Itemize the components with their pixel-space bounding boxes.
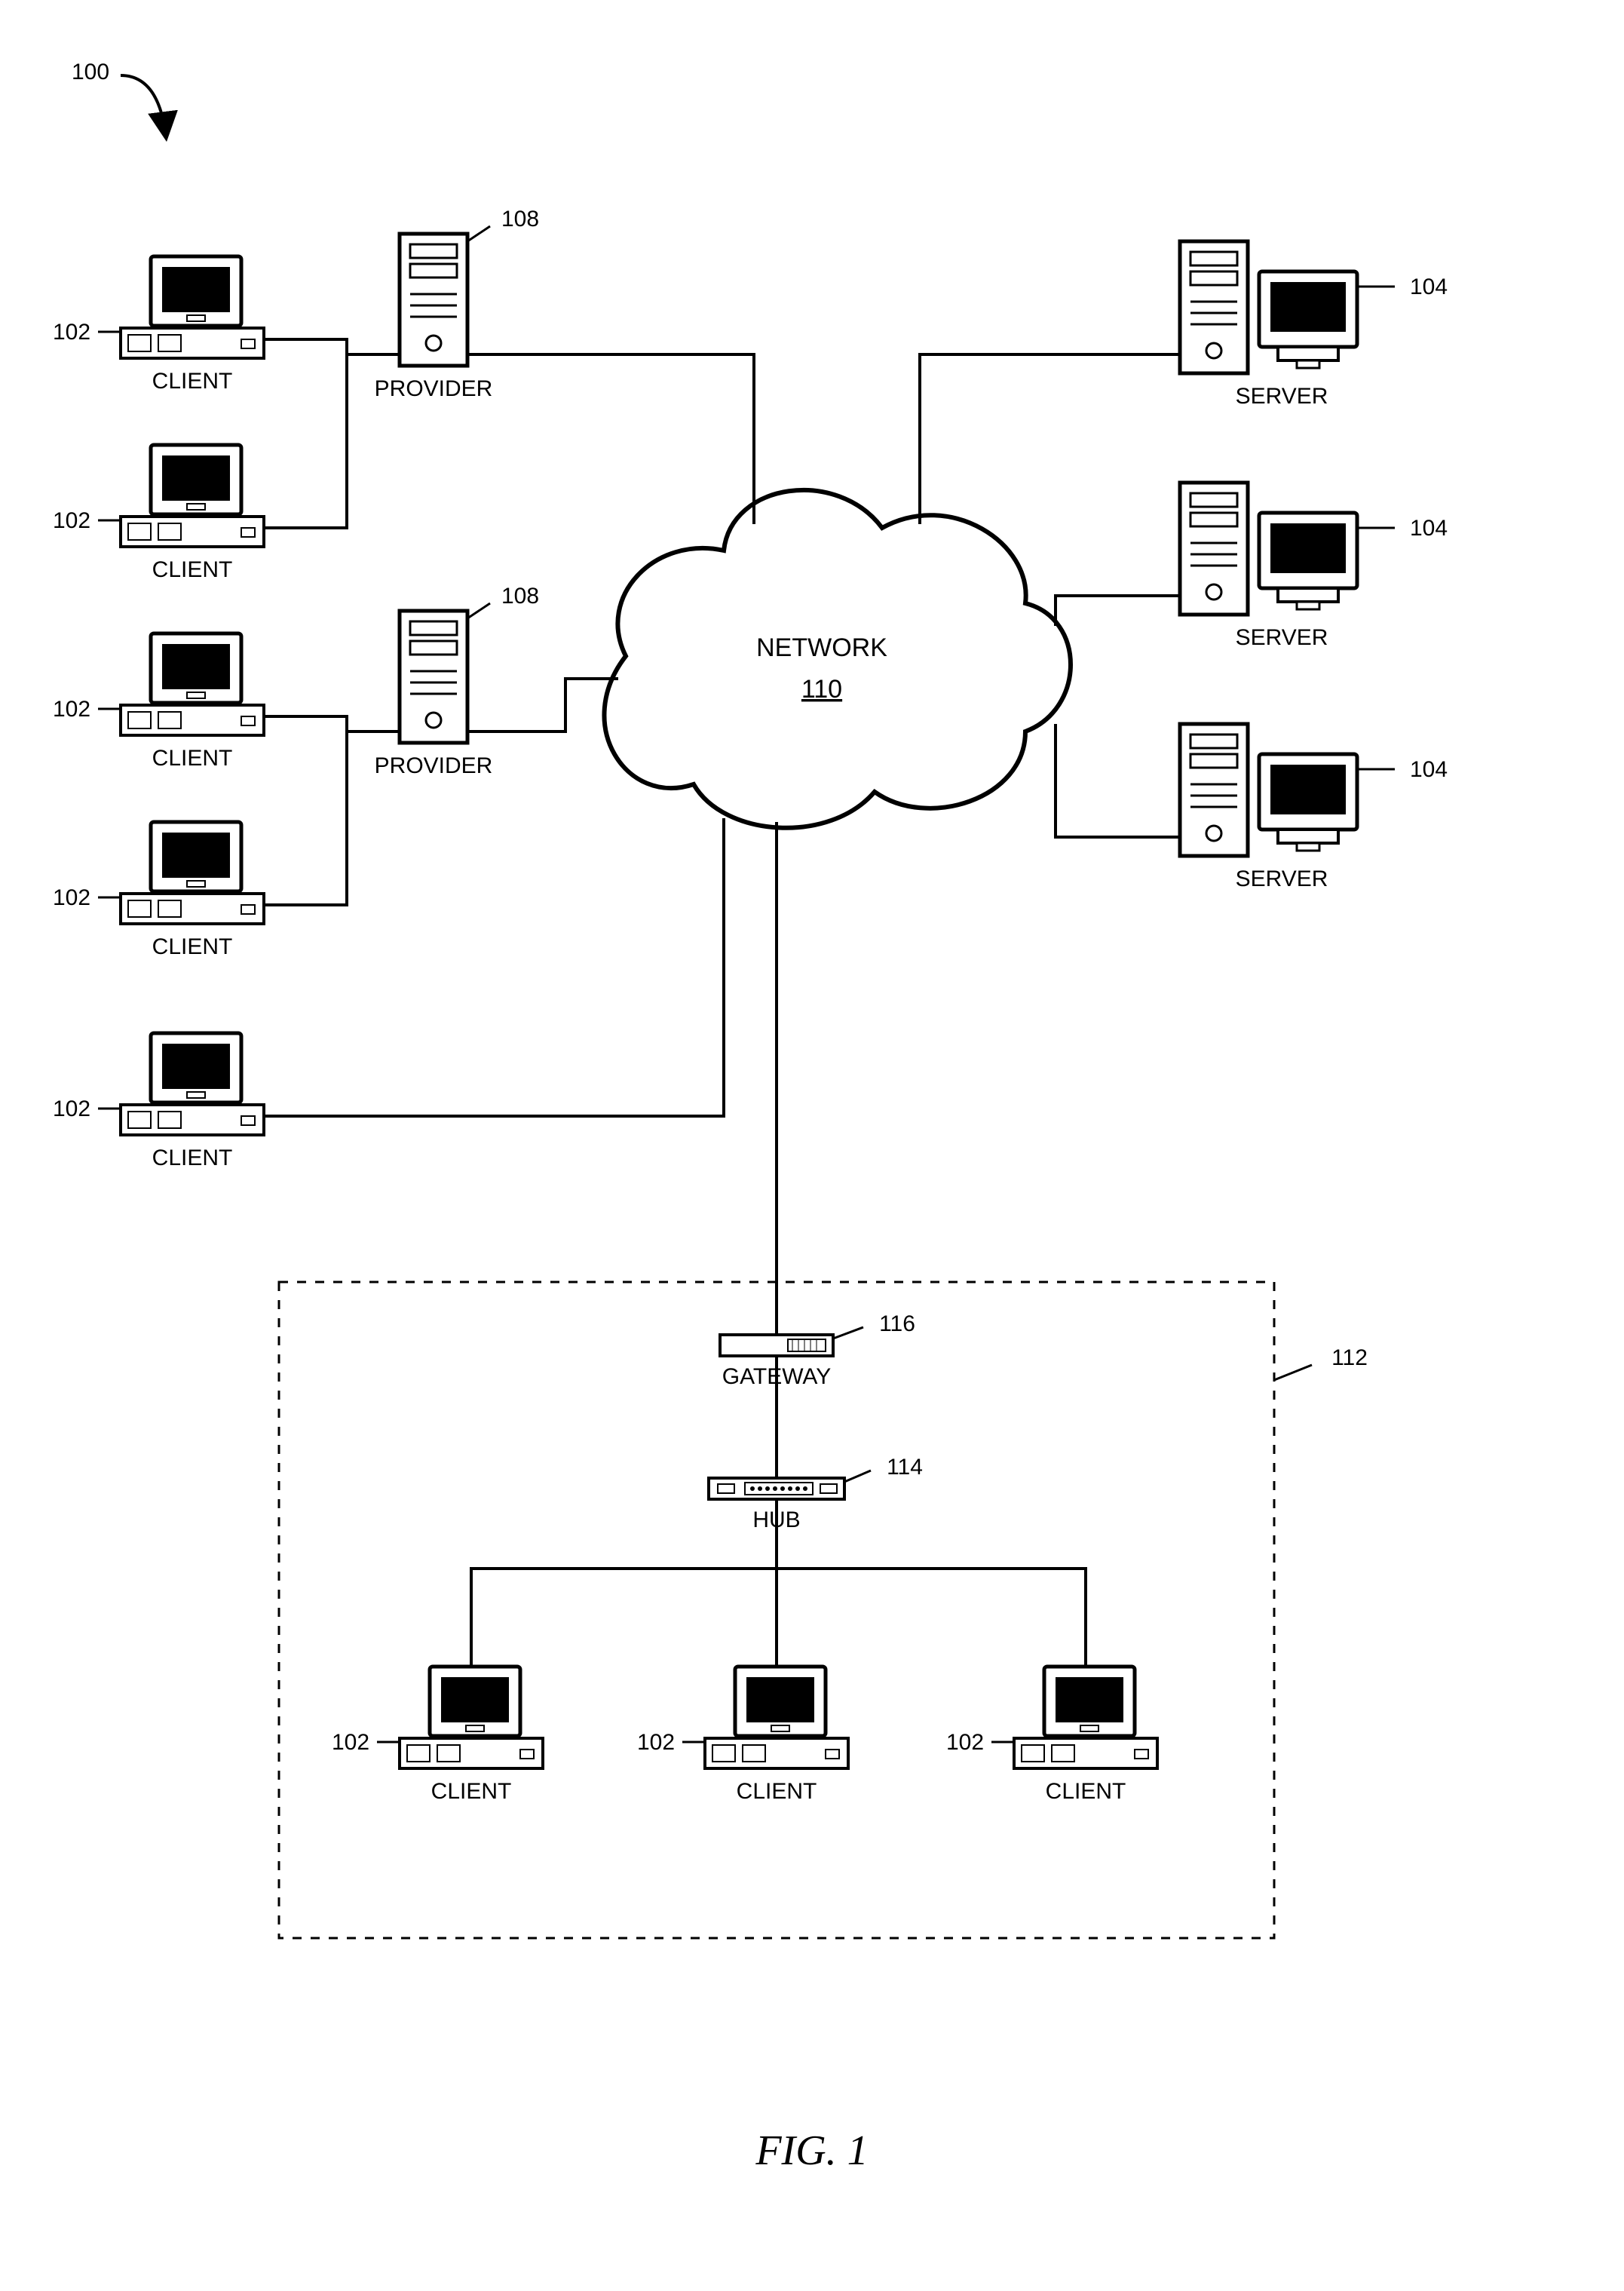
network-label: NETWORK [756,633,887,662]
gateway-label: GATEWAY [722,1364,831,1389]
client-ref: 102 [946,1730,984,1755]
client-node [121,633,264,735]
server-node [1180,241,1357,373]
client-ref: 102 [53,697,90,722]
figure-label: FIG. 1 [755,2127,868,2174]
provider-ref: 108 [501,584,539,609]
hub-label: HUB [752,1507,800,1532]
provider-node [400,234,467,366]
provider-node [400,611,467,743]
client-label: CLIENT [1046,1779,1126,1804]
server-label: SERVER [1236,866,1328,891]
connections [264,339,1180,1667]
client-ref: 102 [53,885,90,910]
client-ref: 102 [637,1730,675,1755]
server-label: SERVER [1236,625,1328,650]
client-label: CLIENT [152,557,233,582]
lan-ref: 112 [1331,1345,1368,1370]
client-ref: 102 [53,1096,90,1121]
client-label: CLIENT [152,1146,233,1170]
network-diagram: 100 NETWORK 110 CLIENT 102 CLIENT 102 CL… [0,0,1624,2291]
client-label: CLIENT [152,746,233,771]
client-ref: 102 [53,508,90,533]
gateway-node [720,1335,833,1356]
system-ref-label: 100 [72,60,109,84]
server-label: SERVER [1236,384,1328,409]
hub-ref: 114 [887,1455,923,1480]
client-ref: 102 [53,320,90,345]
client-node [121,445,264,547]
provider-label: PROVIDER [375,753,493,778]
client-node [121,1033,264,1135]
client-node [400,1667,543,1768]
server-ref: 104 [1410,516,1448,541]
client-ref: 102 [332,1730,369,1755]
server-ref: 104 [1410,757,1448,782]
network-cloud: NETWORK 110 [604,490,1071,828]
provider-ref: 108 [501,207,539,232]
client-label: CLIENT [431,1779,512,1804]
system-ref: 100 [72,60,166,136]
client-node [121,256,264,358]
server-node [1180,483,1357,615]
client-node [1014,1667,1157,1768]
client-label: CLIENT [152,934,233,959]
server-ref: 104 [1410,274,1448,299]
hub-node [709,1478,844,1499]
network-ref: 110 [801,675,842,704]
provider-label: PROVIDER [375,376,493,401]
client-node [121,822,264,924]
server-node [1180,724,1357,856]
client-node [705,1667,848,1768]
gateway-ref: 116 [879,1311,915,1336]
client-label: CLIENT [152,369,233,394]
client-label: CLIENT [737,1779,817,1804]
